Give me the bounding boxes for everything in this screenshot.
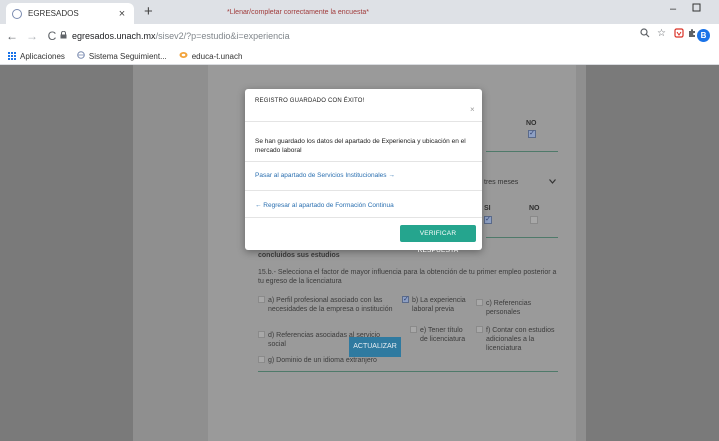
address-bar[interactable]: egresados.unach.mx /sisev2/?p=estudio&i=… [60, 27, 630, 45]
option-f-label: f) Contar con estudios adicionales a la … [486, 327, 555, 352]
time-select-value: tres meses [484, 178, 519, 186]
new-tab-button[interactable]: + [144, 4, 153, 20]
chevron-down-icon [549, 178, 556, 186]
bookmark-label: Sistema Seguimient... [88, 51, 167, 61]
bookmark-educa-t[interactable]: educa-t.unach [179, 51, 243, 61]
tab-title: EGRESADOS [28, 9, 79, 18]
column-no: NO [526, 120, 537, 127]
star-icon[interactable]: ☆ [657, 28, 666, 39]
close-icon[interactable]: × [470, 105, 475, 114]
bookmark-label: educa-t.unach [191, 51, 243, 61]
bookmarks-bar: Aplicaciones Sistema Seguimient... educa… [0, 48, 719, 65]
reload-icon[interactable]: C [44, 29, 60, 43]
option-d-checkbox[interactable] [258, 331, 265, 338]
divider [258, 371, 558, 372]
educa-icon [179, 51, 188, 61]
option-checkbox[interactable]: ✓ [528, 130, 536, 138]
bookmark-sistema-seguimiento[interactable]: Sistema Seguimient... [77, 51, 167, 61]
bookmark-aplicaciones[interactable]: Aplicaciones [8, 52, 65, 61]
puzzle-extension-icon[interactable] [687, 28, 697, 41]
globe-icon [12, 8, 22, 19]
back-icon[interactable]: ← [4, 29, 20, 43]
divider [486, 237, 558, 238]
modal-title: REGISTRO GUARDADO CON ÉXITO! [255, 98, 365, 104]
column-si: SI [484, 205, 491, 212]
divider [486, 151, 558, 152]
lock-icon [60, 30, 67, 41]
option-c-label: c) Referencias personales [486, 300, 532, 316]
option-checkbox[interactable] [530, 216, 538, 224]
url-host: egresados.unach.mx [72, 31, 156, 41]
option-checkbox[interactable]: ✓ [484, 216, 492, 224]
column-no-2: NO [529, 205, 540, 212]
modal-divider [245, 161, 482, 162]
modal-message: Se han guardado los datos del apartado d… [255, 138, 466, 154]
previous-section-link[interactable]: ← Regresar al apartado de Formación Cont… [255, 202, 394, 209]
option-e-label: e) Tener título de licenciatura [420, 327, 466, 343]
forward-icon[interactable]: → [24, 29, 40, 43]
minimize-icon[interactable]: – [670, 3, 676, 15]
option-c-checkbox[interactable] [476, 299, 483, 306]
profile-avatar[interactable]: B [697, 29, 710, 42]
url-path: /sisev2/?p=estudio&i=experiencia [155, 31, 290, 41]
modal-divider [245, 190, 482, 191]
modal-divider [245, 217, 482, 218]
update-button[interactable]: ACTUALIZAR [349, 337, 401, 357]
browser-tab[interactable]: EGRESADOS × [6, 3, 134, 24]
required-note: *Llenar/completar correctamente la encue… [227, 9, 370, 16]
bookmark-label: Aplicaciones [20, 51, 65, 61]
partial-label: concluidos sus estudios [258, 252, 340, 259]
option-a-label: a) Perfil profesional asociado con las n… [268, 297, 393, 313]
globe-icon [77, 51, 85, 61]
browser-toolbar: ← → C egresados.unach.mx /sisev2/?p=estu… [0, 24, 719, 48]
option-g-checkbox[interactable] [258, 356, 265, 363]
option-g-label: g) Dominio de un idioma extranjero [268, 357, 377, 364]
time-select[interactable]: tres meses [480, 175, 560, 189]
option-e-checkbox[interactable] [410, 326, 417, 333]
verify-response-button[interactable]: VERIFICAR RESPUESTA [400, 225, 476, 254]
tab-close-icon[interactable]: × [116, 8, 128, 20]
zoom-icon[interactable] [640, 28, 650, 41]
apps-grid-icon [8, 52, 16, 60]
modal-divider [245, 121, 482, 122]
success-modal: REGISTRO GUARDADO CON ÉXITO! × Se han gu… [245, 89, 482, 254]
shield-extension-icon[interactable] [674, 28, 684, 41]
option-b-checkbox[interactable]: ✓ [402, 296, 409, 303]
page-left-margin [0, 65, 133, 441]
page-right-margin [586, 65, 719, 441]
option-f-checkbox[interactable] [476, 326, 483, 333]
maximize-icon[interactable] [692, 3, 701, 15]
option-b-label: b) La experiencia laboral previa [412, 297, 466, 313]
next-section-link[interactable]: Pasar al apartado de Servicios Instituci… [255, 172, 395, 179]
question-15b: 15.b.- Selecciona el factor de mayor inf… [258, 269, 557, 285]
option-a-checkbox[interactable] [258, 296, 265, 303]
